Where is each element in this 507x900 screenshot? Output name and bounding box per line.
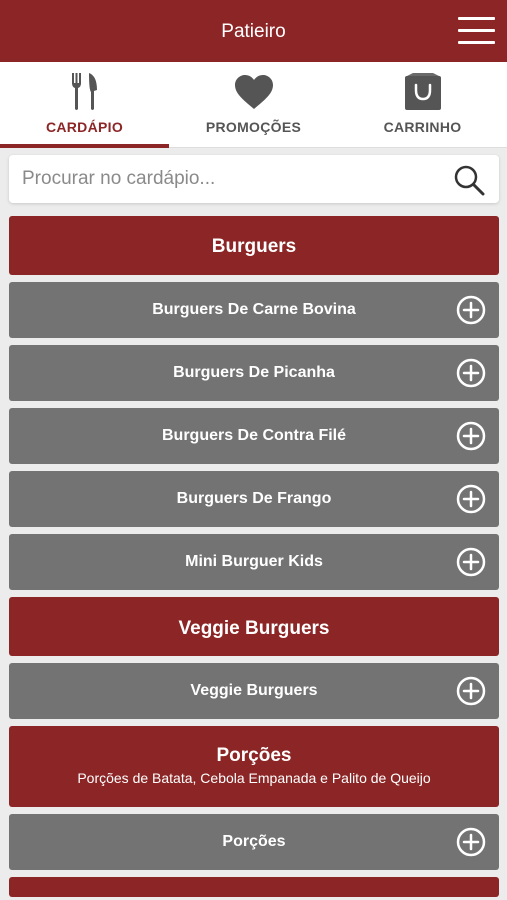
list-item[interactable]: Burguers De Frango [9,471,499,527]
category-header-porcoes[interactable]: Porções Porções de Batata, Cebola Empana… [9,726,499,807]
list-item[interactable]: Porções [9,814,499,870]
add-circle-icon[interactable] [456,484,486,514]
item-label: Burguers De Contra Filé [161,427,347,444]
add-circle-icon[interactable] [456,421,486,451]
list-item[interactable]: Veggie Burguers [9,663,499,719]
category-header-burgers[interactable]: Burguers [9,216,499,275]
heart-icon [169,72,338,112]
item-label: Porções [222,833,286,850]
item-label: Mini Burguer Kids [185,553,323,570]
item-label: Burguers De Carne Bovina [152,301,356,318]
menu-icon[interactable] [458,17,495,45]
tab-label: CARDÁPIO [45,119,124,135]
tab-promocoes[interactable]: PROMOÇÕES [169,62,338,148]
category-title: Porções [216,745,292,766]
add-circle-icon[interactable] [456,295,486,325]
item-label: Burguers De Frango [176,490,332,507]
shopping-bag-icon [338,72,507,112]
tab-cardapio[interactable]: CARDÁPIO [0,62,169,148]
item-label: Burguers De Picanha [173,364,335,381]
fork-knife-icon [0,72,169,112]
category-title: Veggie Burguers [178,618,330,639]
category-title: Burguers [211,236,297,257]
menu-list: Burguers Burguers De Carne Bovina Burgue… [9,216,499,900]
list-item[interactable]: Burguers De Carne Bovina [9,282,499,338]
list-item[interactable]: Burguers De Contra Filé [9,408,499,464]
search-input[interactable] [22,155,442,203]
add-circle-icon[interactable] [456,827,486,857]
tab-bar: CARDÁPIO PROMOÇÕES CARRINHO [0,62,507,148]
add-circle-icon[interactable] [456,358,486,388]
list-item[interactable]: Burguers De Picanha [9,345,499,401]
tab-carrinho[interactable]: CARRINHO [338,62,507,148]
tab-label: CARRINHO [383,119,462,135]
tab-label: PROMOÇÕES [205,119,302,135]
app-title: Patieiro [221,21,286,42]
add-circle-icon[interactable] [456,676,486,706]
app-header: Patieiro [0,0,507,62]
category-header-next[interactable] [9,877,499,897]
category-header-veggie[interactable]: Veggie Burguers [9,597,499,656]
search-bar [9,155,499,203]
add-circle-icon[interactable] [456,547,486,577]
category-subtitle: Porções de Batata, Cebola Empanada e Pal… [77,770,431,786]
item-label: Veggie Burguers [190,682,318,699]
search-icon[interactable] [453,164,485,196]
list-item[interactable]: Mini Burguer Kids [9,534,499,590]
